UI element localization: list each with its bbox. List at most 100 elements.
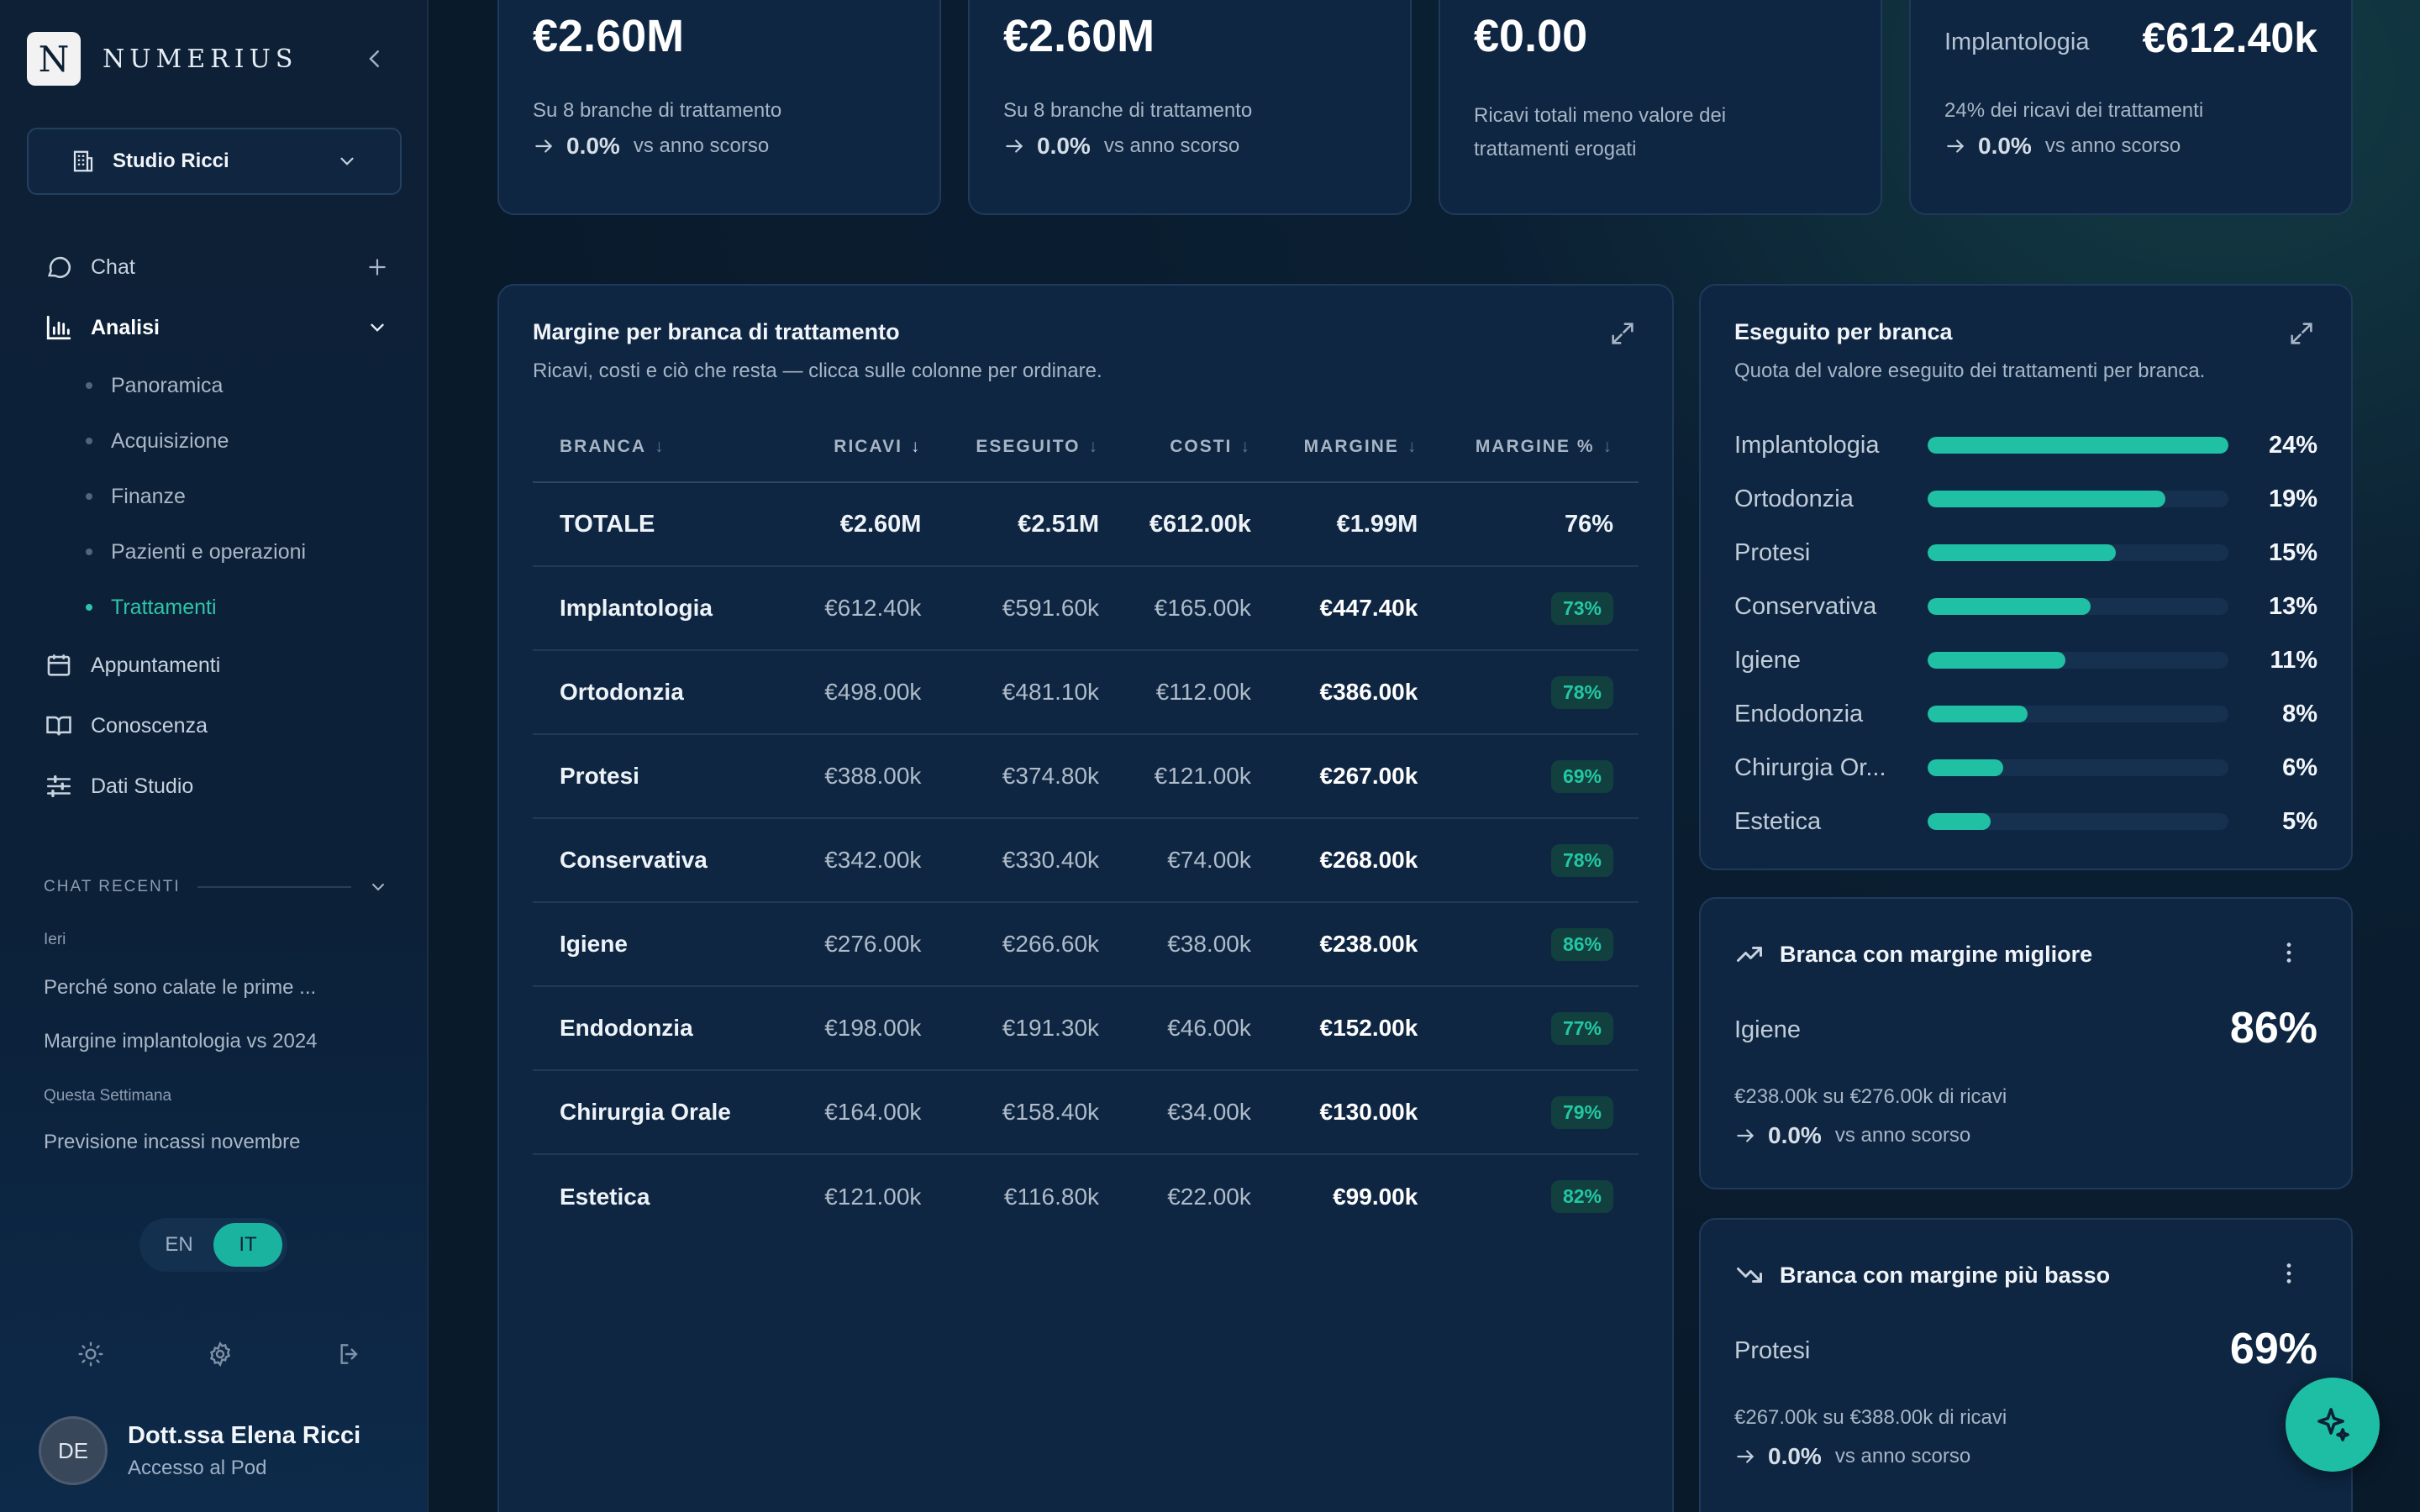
table-row[interactable]: Chirurgia Orale €164.00k €158.40k €34.00k €1… <box>533 1070 1639 1155</box>
subnav-label: Finanze <box>111 484 186 508</box>
executed-by-branch-card: Eseguito per branca Quota del valore ese… <box>1699 284 2353 870</box>
kpi-desc: Su 8 branche di trattamento <box>1003 99 1253 122</box>
insight-desc: €267.00k su €388.00k di ricavi <box>1734 1406 2007 1429</box>
bar-percent: 19% <box>2268 485 2317 512</box>
bar-row: Endodonzia 8% <box>1734 687 2317 741</box>
cell-branca: Implantologia <box>533 566 801 651</box>
bar-row: Estetica 5% <box>1734 795 2317 848</box>
user-name: Dott.ssa Elena Ricci <box>128 1421 361 1449</box>
cell-eseguito: €374.80k <box>946 734 1125 819</box>
expand-icon[interactable] <box>1608 319 1637 348</box>
bar-row: Chirurgia Or... 6% <box>1734 741 2317 795</box>
nav-label-chat: Chat <box>91 255 135 279</box>
bar-label: Protesi <box>1734 538 1811 566</box>
kpi-trend-value: 0.0% <box>1978 133 2032 159</box>
subnav-pazienti[interactable]: Pazienti e operazioni <box>86 524 388 580</box>
cell-margine: €267.00k <box>1276 734 1444 819</box>
best-margin-card: Branca con margine migliore Igiene 86% €… <box>1699 897 2353 1189</box>
nav-item-appuntamenti[interactable]: Appuntamenti <box>44 635 388 696</box>
recent-chat-item[interactable]: Perché sono calate le prime ... <box>44 976 346 1000</box>
plus-icon[interactable] <box>366 256 388 278</box>
table-row[interactable]: Implantologia €612.40k €591.60k €165.00k €44… <box>533 566 1639 651</box>
bar-row: Implantologia 24% <box>1734 418 2317 472</box>
kpi-card-eseguito: €2.60M Su 8 branche di trattamento 0.0% … <box>968 0 1412 215</box>
nav-item-chat[interactable]: Chat <box>44 237 388 297</box>
table-row[interactable]: Endodonzia €198.00k €191.30k €46.00k €152.00… <box>533 986 1639 1071</box>
recent-chats-header[interactable]: CHAT RECENTI <box>44 877 388 897</box>
cell-branca: Estetica <box>560 1183 650 1210</box>
table-row[interactable]: Ortodonzia €498.00k €481.10k €112.00k €386.0… <box>533 650 1639 735</box>
insight-title-text: Branca con margine più basso <box>1780 1262 2111 1288</box>
bar-label: Igiene <box>1734 646 1802 674</box>
card-subtitle: Quota del valore eseguito dei trattament… <box>1734 360 2206 382</box>
worst-margin-card: Branca con margine più basso Protesi 69%… <box>1699 1218 2353 1512</box>
subnav-finanze[interactable]: Finanze <box>86 469 388 524</box>
cell-costi: €38.00k <box>1124 902 1276 987</box>
column-header-margine-pct[interactable]: MARGINE % ↓ <box>1443 412 1639 483</box>
bar-label: Chirurgia Or... <box>1734 753 1886 781</box>
expand-icon[interactable] <box>2287 319 2316 348</box>
column-header-margine[interactable]: MARGINE ↓ <box>1276 412 1444 483</box>
logout-icon[interactable] <box>336 1341 363 1368</box>
cell-margine-pct: 73% <box>1443 566 1639 651</box>
cell-margine: €1.99M <box>1276 482 1444 567</box>
studio-name: Studio Ricci <box>113 150 229 172</box>
table-row[interactable]: Estetica €121.00k €116.80k €22.00k €99.00k 82… <box>533 1154 1639 1238</box>
table-row[interactable]: Igiene €276.00k €266.60k €38.00k €238.00k 86% <box>533 902 1639 987</box>
user-profile[interactable]: DE Dott.ssa Elena Ricci Accesso al Pod <box>39 1416 360 1485</box>
studio-selector[interactable]: Studio Ricci <box>27 128 402 195</box>
cell-ricavi: €498.00k <box>800 650 947 735</box>
recent-chat-item[interactable]: Previsione incassi novembre <box>44 1131 346 1154</box>
subnav-acquisizione[interactable]: Acquisizione <box>86 413 388 469</box>
cell-branca: Chirurgia Orale <box>533 1070 801 1155</box>
table-row[interactable]: Conservativa €342.00k €330.40k €74.00k €268.… <box>533 818 1639 903</box>
cell-branca: Igiene <box>533 902 801 987</box>
insight-percent: 69% <box>2229 1325 2317 1373</box>
bar-percent: 15% <box>2268 538 2317 566</box>
column-header-branca[interactable]: BRANCA ↓ <box>533 412 801 483</box>
insight-trend-value: 0.0% <box>1768 1122 1822 1148</box>
nav-label-analisi: Analisi <box>91 315 160 339</box>
calendar-icon <box>44 650 74 680</box>
lang-it-button[interactable]: IT <box>213 1223 282 1267</box>
collapse-sidebar-button[interactable] <box>361 44 388 74</box>
kpi-label: Implantologia <box>1944 29 2090 55</box>
column-header-eseguito[interactable]: ESEGUITO ↓ <box>946 412 1125 483</box>
bullet <box>86 493 92 500</box>
kpi-trend-value: 0.0% <box>566 133 620 159</box>
insight-title: Branca con margine migliore <box>1734 939 2092 969</box>
column-label: MARGINE % <box>1475 436 1595 456</box>
gear-icon[interactable] <box>207 1341 234 1368</box>
table-row[interactable]: Protesi €388.00k €374.80k €121.00k €267.00k 6… <box>533 734 1639 819</box>
more-vertical-icon[interactable] <box>2275 1260 2302 1287</box>
brand[interactable]: N NUMERIUS <box>27 32 297 86</box>
margin-pct-badge: 73% <box>1550 591 1613 625</box>
nav-item-conoscenza[interactable]: Conoscenza <box>44 696 388 756</box>
margin-pct-badge: 78% <box>1550 843 1613 877</box>
cell-eseguito: €191.30k <box>946 986 1125 1071</box>
building-icon <box>73 150 93 172</box>
language-toggle[interactable]: EN IT <box>139 1218 287 1272</box>
recent-chat-item[interactable]: Margine implantologia vs 2024 <box>44 1030 346 1053</box>
cell-costi: €612.00k <box>1124 482 1276 567</box>
ai-assistant-button[interactable] <box>2286 1378 2380 1472</box>
column-header-costi[interactable]: COSTI ↓ <box>1124 412 1276 483</box>
cell-costi: €34.00k <box>1124 1070 1276 1155</box>
sort-arrow-icon: ↓ <box>1602 436 1613 456</box>
subnav-panoramica[interactable]: Panoramica <box>86 358 388 413</box>
recent-group-label: Ieri <box>44 931 66 948</box>
cell-costi: €165.00k <box>1124 566 1276 651</box>
bullet <box>86 382 92 389</box>
lang-en-button[interactable]: EN <box>145 1223 213 1267</box>
more-vertical-icon[interactable] <box>2275 939 2302 966</box>
nav-item-dati-studio[interactable]: Dati Studio <box>44 756 388 816</box>
kpi-card-ricavi: €2.60M Su 8 branche di trattamento 0.0% … <box>497 0 941 215</box>
cell-ricavi: €388.00k <box>800 734 947 819</box>
sun-icon[interactable] <box>77 1341 104 1368</box>
cell-margine: €152.00k <box>1276 986 1444 1071</box>
column-header-ricavi[interactable]: RICAVI ↓ <box>800 412 947 483</box>
nav-item-analisi[interactable]: Analisi <box>44 297 388 358</box>
cell-ricavi: €164.00k <box>800 1070 947 1155</box>
subnav-trattamenti[interactable]: Trattamenti <box>86 580 388 635</box>
bar-percent: 6% <box>2282 753 2317 781</box>
